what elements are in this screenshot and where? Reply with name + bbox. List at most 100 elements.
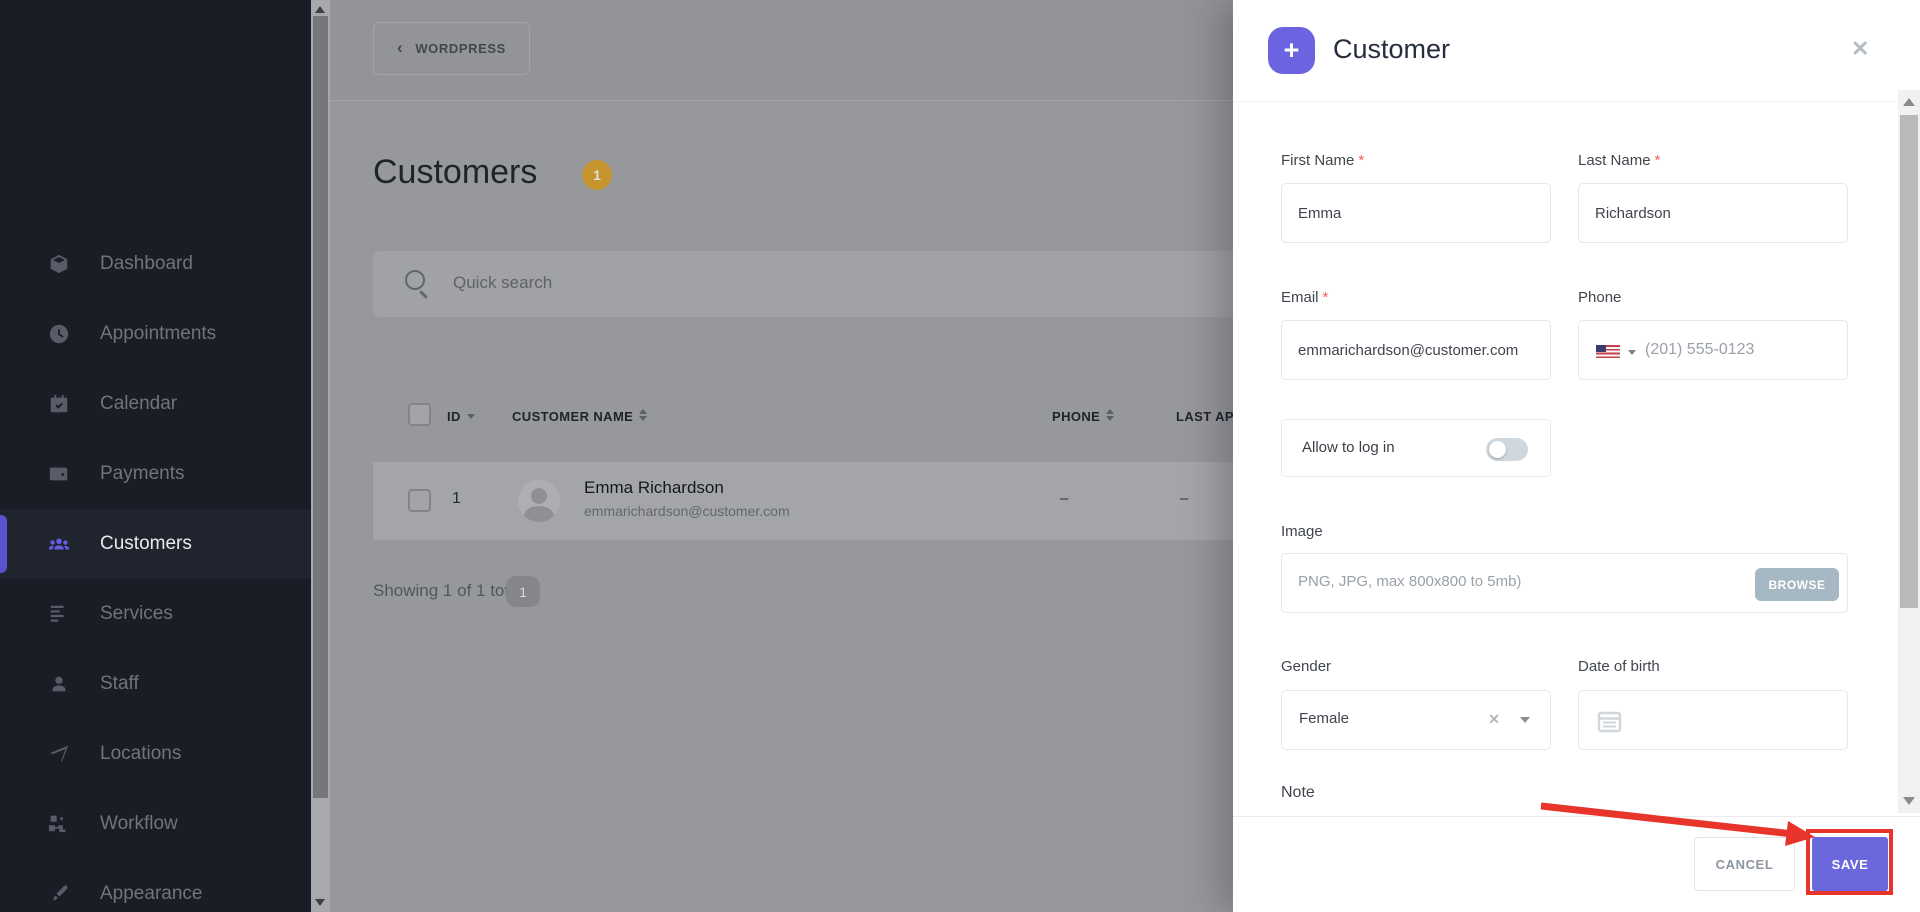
- chevron-down-icon: [1520, 717, 1530, 723]
- avatar: [518, 480, 560, 522]
- column-header-last-appointment[interactable]: LAST AP: [1176, 409, 1233, 424]
- sidebar-item-appearance[interactable]: Appearance: [0, 859, 311, 912]
- sidebar-item-staff[interactable]: Staff: [0, 649, 311, 719]
- scroll-down-arrow-icon[interactable]: [315, 899, 325, 906]
- sidebar-item-dashboard[interactable]: Dashboard: [0, 229, 311, 299]
- email-label: Email *: [1281, 289, 1329, 306]
- us-flag-icon[interactable]: [1596, 345, 1620, 358]
- column-header-phone[interactable]: PHONE: [1052, 409, 1115, 424]
- gender-value: Female: [1299, 710, 1350, 727]
- close-icon[interactable]: ✕: [1851, 36, 1869, 62]
- flag-caret-icon: [1628, 350, 1636, 355]
- pagination-page-1[interactable]: 1: [506, 576, 540, 607]
- email-field[interactable]: [1281, 320, 1551, 380]
- column-header-customer-name[interactable]: CUSTOMER NAME: [512, 409, 648, 424]
- scroll-up-arrow-icon[interactable]: [315, 6, 325, 13]
- list-lines-icon: [48, 603, 70, 625]
- row-id: 1: [452, 490, 461, 507]
- clear-icon[interactable]: ✕: [1488, 711, 1500, 728]
- image-placeholder: PNG, JPG, max 800x800 to 5mb): [1298, 573, 1522, 590]
- customers-page: ‹ WORDPRESS Customers 1 Quick search ID …: [330, 0, 1233, 912]
- page-scrollbar-thumb[interactable]: [313, 16, 328, 798]
- sidebar-item-locations[interactable]: Locations: [0, 719, 311, 789]
- sidebar-item-label: Appearance: [100, 883, 203, 904]
- sidebar-item-label: Customers: [100, 533, 192, 554]
- last-name-field[interactable]: [1578, 183, 1848, 243]
- sort-icon: [639, 409, 648, 421]
- plus-icon: +: [1268, 27, 1315, 74]
- required-marker: *: [1654, 152, 1661, 169]
- sidebar-item-label: Appointments: [100, 323, 217, 344]
- results-summary: Showing 1 of 1 total: [373, 581, 523, 600]
- back-to-wordpress-button[interactable]: ‹ WORDPRESS: [373, 22, 530, 75]
- cube-icon: [48, 253, 70, 275]
- modal-header: + Customer ✕: [1233, 0, 1920, 102]
- sidebar-item-payments[interactable]: Payments: [0, 439, 311, 509]
- table-row[interactable]: 1 Emma Richardson emmarichardson@custome…: [373, 462, 1233, 540]
- phone-placeholder: (201) 555-0123: [1645, 341, 1755, 358]
- sidebar-item-label: Payments: [100, 463, 185, 484]
- sidebar-item-label: Workflow: [100, 813, 178, 834]
- sidebar-item-label: Staff: [100, 673, 139, 694]
- save-button[interactable]: SAVE: [1812, 837, 1888, 891]
- first-name-label: First Name *: [1281, 152, 1365, 169]
- allow-login-field: Allow to log in: [1281, 419, 1551, 477]
- sitemap-icon: [48, 813, 70, 835]
- phone-field[interactable]: (201) 555-0123: [1578, 320, 1848, 380]
- browse-button[interactable]: BROWSE: [1755, 568, 1839, 601]
- sidebar: Dashboard Appointments Calendar Payments: [0, 0, 311, 912]
- required-marker: *: [1358, 152, 1365, 169]
- allow-login-toggle[interactable]: [1486, 438, 1528, 461]
- back-button-label: WORDPRESS: [415, 41, 506, 56]
- count-badge: 1: [582, 160, 612, 190]
- allow-login-label: Allow to log in: [1302, 439, 1395, 456]
- sidebar-item-label: Dashboard: [100, 253, 193, 274]
- modal-body: First Name* Last Name* Email* Phone (201…: [1233, 102, 1920, 816]
- sidebar-item-customers[interactable]: Customers: [0, 509, 311, 579]
- required-marker: *: [1322, 289, 1329, 306]
- scroll-down-arrow-icon[interactable]: [1903, 797, 1915, 805]
- modal-footer: CANCEL SAVE: [1233, 816, 1920, 912]
- app-window: Dashboard Appointments Calendar Payments: [0, 0, 1920, 912]
- phone-value: –: [1060, 490, 1069, 507]
- gender-select[interactable]: Female ✕: [1281, 690, 1551, 750]
- sidebar-item-label: Locations: [100, 743, 182, 764]
- scroll-up-arrow-icon[interactable]: [1903, 98, 1915, 106]
- note-label: Note: [1281, 784, 1315, 801]
- calendar-check-icon: [48, 393, 70, 415]
- last-appointment-value: –: [1180, 490, 1189, 507]
- sidebar-item-workflow[interactable]: Workflow: [0, 789, 311, 859]
- active-indicator-bar: [0, 515, 7, 573]
- sidebar-item-appointments[interactable]: Appointments: [0, 299, 311, 369]
- sidebar-item-services[interactable]: Services: [0, 579, 311, 649]
- search-placeholder: Quick search: [453, 273, 553, 292]
- first-name-field[interactable]: [1281, 183, 1551, 243]
- customer-email: emmarichardson@customer.com: [584, 503, 790, 519]
- select-all-checkbox[interactable]: [408, 403, 431, 426]
- sort-icon: [1106, 409, 1115, 421]
- wallet-icon: [48, 463, 70, 485]
- modal-title: Customer: [1333, 34, 1451, 64]
- sidebar-item-label: Calendar: [100, 393, 178, 414]
- customer-name: Emma Richardson: [584, 478, 724, 497]
- last-name-label: Last Name *: [1578, 152, 1661, 169]
- cancel-button[interactable]: CANCEL: [1694, 837, 1795, 891]
- modal-scrollbar-thumb[interactable]: [1900, 115, 1918, 608]
- customer-modal: + Customer ✕ First Name* Last Name* Emai…: [1233, 0, 1920, 912]
- modal-scrollbar[interactable]: [1898, 90, 1920, 813]
- sidebar-item-calendar[interactable]: Calendar: [0, 369, 311, 439]
- row-checkbox[interactable]: [408, 489, 431, 512]
- person-icon: [48, 673, 70, 695]
- sort-down-icon: [466, 414, 475, 419]
- paper-plane-icon: [48, 743, 70, 765]
- calendar-icon: [1597, 711, 1622, 733]
- date-of-birth-field[interactable]: [1578, 690, 1848, 750]
- brush-icon: [48, 883, 70, 905]
- page-scrollbar[interactable]: [311, 0, 330, 912]
- quick-search-bar[interactable]: Quick search: [373, 251, 1233, 317]
- image-label: Image: [1281, 523, 1323, 540]
- clock-icon: [48, 323, 70, 345]
- column-header-id[interactable]: ID: [447, 409, 475, 424]
- search-icon: [405, 270, 425, 290]
- toggle-knob: [1489, 441, 1506, 458]
